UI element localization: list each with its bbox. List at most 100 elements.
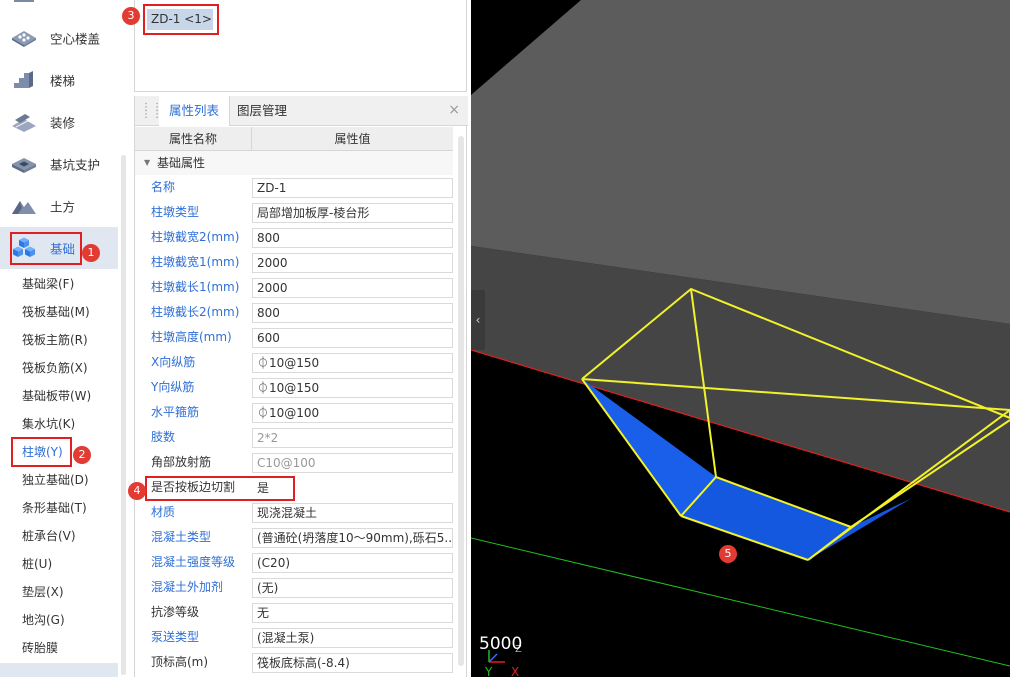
nav-category-decoration[interactable]: 装修 <box>0 101 118 143</box>
nav-subitem[interactable]: 基础板带(W) <box>0 382 118 410</box>
property-name: 水平箍筋 <box>151 405 200 419</box>
property-value-field[interactable]: 600 <box>252 328 453 348</box>
property-name: 柱墩截长2(mm) <box>151 305 240 319</box>
nav-subitem[interactable]: 筏板负筋(X) <box>0 354 118 382</box>
property-row[interactable]: 柱墩截宽2(mm) 800 <box>135 225 453 250</box>
axis-label-x: X <box>511 665 519 677</box>
partial-category-icon <box>14 0 34 2</box>
tab-property-list[interactable]: 属性列表 <box>159 96 231 126</box>
property-value-field[interactable]: ZD-1 <box>252 178 453 198</box>
property-row[interactable]: 混凝土类型 (普通砼(坍落度10～90mm),砾石5... <box>135 525 453 550</box>
property-name: 肢数 <box>151 430 176 444</box>
nav-category-label: 基坑支护 <box>50 157 101 173</box>
property-row[interactable]: 角部放射筋 C10@100 <box>135 450 453 475</box>
3d-scene: Y X Z <box>471 0 1010 677</box>
nav-category-foundation[interactable]: 基础 <box>0 227 118 269</box>
property-value-field[interactable]: (普通砼(坍落度10～90mm),砾石5... <box>252 528 453 548</box>
property-name: 混凝土外加剂 <box>151 580 224 594</box>
nav-subitem[interactable]: 集水坑(K) <box>0 410 118 438</box>
nav-subitem-column-pier[interactable]: 柱墩(Y) <box>0 438 118 466</box>
property-name: 名称 <box>151 180 176 194</box>
property-row[interactable]: Y向纵筋 ⏀10@150 <box>135 375 453 400</box>
property-name: X向纵筋 <box>151 355 196 369</box>
collapse-panel-chevron-icon[interactable]: ‹ <box>471 290 485 350</box>
property-value-field[interactable]: 800 <box>252 303 453 323</box>
decoration-icon <box>12 114 36 132</box>
property-row[interactable]: 肢数 2*2 <box>135 425 453 450</box>
property-name: 顶标高(m) <box>151 655 209 669</box>
nav-category-partial[interactable] <box>0 0 118 4</box>
property-value-field[interactable]: 2000 <box>252 253 453 273</box>
property-row[interactable]: 水平箍筋 ⏀10@100 <box>135 400 453 425</box>
nav-subitem[interactable]: 筏板基础(M) <box>0 298 118 326</box>
nav-category-stairs[interactable]: 楼梯 <box>0 59 118 101</box>
property-value-field[interactable]: 800 <box>252 228 453 248</box>
3d-viewport[interactable]: Y X Z ‹ 5000 <box>471 0 1010 677</box>
property-row[interactable]: 柱墩高度(mm) 600 <box>135 325 453 350</box>
nav-category-pit-support[interactable]: 基坑支护 <box>0 143 118 185</box>
nav-subitem[interactable]: 基础梁(F) <box>0 270 118 298</box>
property-scrollbar[interactable] <box>458 136 464 666</box>
property-row[interactable]: X向纵筋 ⏀10@150 <box>135 350 453 375</box>
nav-subitem[interactable]: 垫层(X) <box>0 578 118 606</box>
nav-subitem[interactable]: 砖胎膜 <box>0 634 118 662</box>
property-row[interactable]: 柱墩截长1(mm) 2000 <box>135 275 453 300</box>
property-value-field[interactable]: 现浇混凝土 <box>252 503 453 523</box>
property-group-label: 基础属性 <box>157 156 206 170</box>
nav-category-hollow-slab[interactable]: 空心楼盖 <box>0 17 118 59</box>
close-icon[interactable]: × <box>448 103 460 117</box>
property-name: 材质 <box>151 505 176 519</box>
property-row[interactable]: 柱墩类型 局部增加板厚-棱台形 <box>135 200 453 225</box>
property-value-field[interactable]: 局部增加板厚-棱台形 <box>252 203 453 223</box>
nav-subitem[interactable]: 独立基础(D) <box>0 466 118 494</box>
property-row[interactable]: 材质 现浇混凝土 <box>135 500 453 525</box>
property-row[interactable]: 顶标高(m) 筏板底标高(-8.4) <box>135 650 453 675</box>
nav-subitem[interactable]: 筏板主筋(R) <box>0 326 118 354</box>
property-value-field[interactable]: ⏀10@150 <box>252 378 453 398</box>
property-row[interactable]: 泵送类型 (混凝土泵) <box>135 625 453 650</box>
property-value-field[interactable]: C10@100 <box>252 453 453 473</box>
property-value-field[interactable]: (无) <box>252 578 453 598</box>
property-value-field[interactable]: 2*2 <box>252 428 453 448</box>
property-value-field[interactable]: 是 <box>252 478 453 498</box>
nav-next-category-partial[interactable] <box>0 663 118 677</box>
nav-subitem[interactable]: 桩(U) <box>0 550 118 578</box>
property-row[interactable]: 是否按板边切割 是 <box>135 475 453 500</box>
property-value-field[interactable]: (混凝土泵) <box>252 628 453 648</box>
callout-marker-5: 5 <box>719 545 737 563</box>
property-row[interactable]: 抗渗等级 无 <box>135 600 453 625</box>
property-name: 混凝土类型 <box>151 530 212 544</box>
property-name: 柱墩类型 <box>151 205 200 219</box>
collapse-triangle-icon[interactable]: ▼ <box>144 151 150 175</box>
property-row[interactable]: 柱墩截宽1(mm) 2000 <box>135 250 453 275</box>
property-value-field[interactable]: ⏀10@100 <box>252 403 453 423</box>
property-value-field[interactable]: 2000 <box>252 278 453 298</box>
nav-scrollbar[interactable] <box>121 155 126 675</box>
tab-layer-management[interactable]: 图层管理 <box>227 96 297 126</box>
property-row[interactable]: 柱墩截长2(mm) 800 <box>135 300 453 325</box>
drag-grip-icon[interactable]: ⋮⋮ ⋮⋮ <box>141 103 162 120</box>
element-list-panel: ZD-1 <1> <box>134 0 467 92</box>
nav-subitem[interactable]: 桩承台(V) <box>0 522 118 550</box>
nav-subitem[interactable]: 地沟(G) <box>0 606 118 634</box>
property-row[interactable]: 混凝土强度等级 (C20) <box>135 550 453 575</box>
property-group-row[interactable]: ▼ 基础属性 <box>135 151 453 175</box>
property-row[interactable]: 名称 ZD-1 <box>135 175 453 200</box>
property-value-field[interactable]: 筏板底标高(-8.4) <box>252 653 453 673</box>
nav-category-label: 基础 <box>50 241 76 257</box>
property-value-field[interactable]: ⏀10@150 <box>252 353 453 373</box>
earthwork-icon <box>12 201 36 214</box>
property-name: Y向纵筋 <box>151 380 195 394</box>
property-name: 柱墩截宽2(mm) <box>151 230 240 244</box>
nav-subitem[interactable]: 条形基础(T) <box>0 494 118 522</box>
property-name: 柱墩截长1(mm) <box>151 280 240 294</box>
nav-category-label: 楼梯 <box>50 73 76 89</box>
element-list-item[interactable]: ZD-1 <1> <box>147 9 213 30</box>
foundation-sub-list: 基础梁(F) 筏板基础(M) 筏板主筋(R) 筏板负筋(X) 基础板带(W) 集… <box>0 270 118 662</box>
property-name: 是否按板边切割 <box>151 480 236 494</box>
property-row[interactable]: 混凝土外加剂 (无) <box>135 575 453 600</box>
property-value-field[interactable]: 无 <box>252 603 453 623</box>
property-value-field[interactable]: (C20) <box>252 553 453 573</box>
hollow-slab-icon <box>12 31 36 47</box>
nav-category-earthwork[interactable]: 土方 <box>0 185 118 227</box>
